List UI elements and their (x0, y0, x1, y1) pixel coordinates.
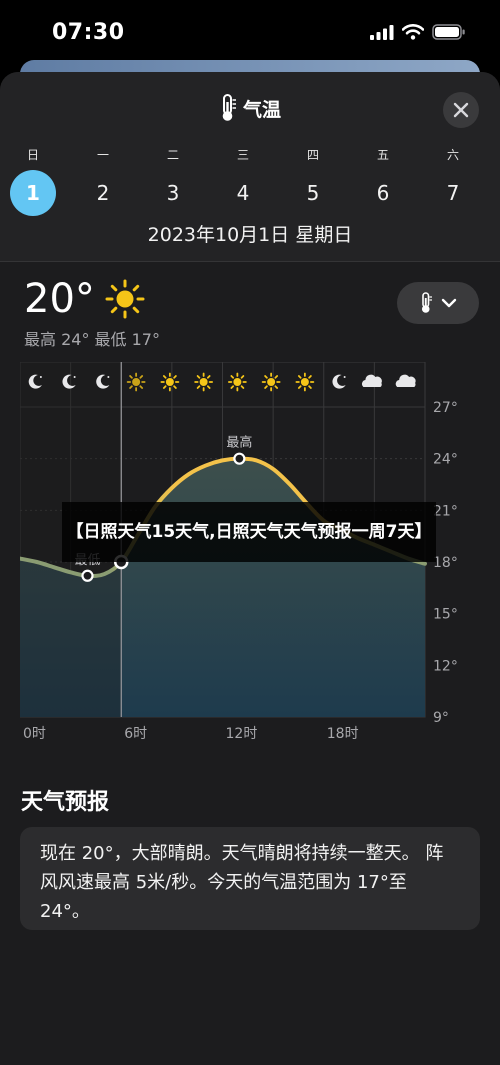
cellular-signal-icon (370, 25, 394, 40)
sun-icon-ray (230, 385, 235, 389)
close-icon (453, 102, 469, 118)
current-temperature: 20° (24, 276, 145, 322)
chevron-down-icon (441, 298, 457, 308)
sun-icon-ray (240, 375, 245, 379)
sun-icon-ray (297, 385, 302, 389)
close-button[interactable] (443, 92, 479, 128)
sun-icon-ray (196, 385, 201, 389)
chart-y-tick-label: 9° (433, 710, 449, 726)
thermometer-icon (222, 94, 236, 121)
chart-y-tick-label: 21° (433, 503, 458, 519)
sun-icon-ray (264, 385, 268, 389)
weekday-label: 日 (26, 148, 39, 162)
sheet-title: 气温 (0, 94, 500, 122)
sun-icon-ray (173, 385, 177, 389)
chart-y-tick-label: 15° (433, 607, 458, 623)
moon-icon-star (73, 376, 76, 378)
moon-icon-star (107, 376, 110, 378)
sun-icon-core (300, 378, 309, 386)
chart-annotation-label: 最高 (226, 435, 252, 451)
overlay-caption-banner: 【日照天气15天气,日照天气天气预报一周7天】 (62, 502, 436, 562)
status-icons (370, 24, 466, 40)
wifi-icon (402, 24, 424, 40)
sheet-title-label: 气温 (242, 98, 281, 121)
sun-icon-ray (240, 385, 245, 389)
sun-icon-ray (162, 375, 167, 379)
date-button[interactable]: 7 (430, 170, 476, 216)
chart-x-tick-label: 18时 (327, 726, 359, 742)
weekday-label: 四 (306, 148, 319, 162)
sun-icon-ray (297, 375, 302, 379)
forecast-section-title: 天气预报 (21, 790, 110, 815)
sun-icon-ray (230, 375, 235, 379)
chart-x-tick-label: 0时 (23, 726, 46, 742)
temperature-range: 最高 24° 最低 17° (24, 330, 160, 349)
chart-x-tick-label: 12时 (226, 726, 258, 742)
chart-mode-selector[interactable] (397, 282, 479, 324)
sun-icon-ray (264, 375, 268, 379)
current-temperature-value: 20° (24, 276, 95, 322)
sun-icon-ray (129, 375, 133, 379)
forecast-card: 现在 20°，大部晴朗。天气晴朗将持续一整天。 阵风风速最高 5米/秒。今天的气… (20, 827, 480, 930)
battery-icon (432, 24, 465, 40)
sun-icon-ray (129, 385, 133, 389)
sun-icon-ray (139, 375, 144, 379)
sun-icon-core (165, 378, 174, 386)
sun-icon-ray (139, 385, 144, 389)
weekday-label: 一 (96, 148, 109, 162)
date-button[interactable]: 6 (360, 170, 406, 216)
weekday-label: 五 (376, 148, 389, 162)
status-bar: 07:30 (0, 0, 500, 66)
sun-icon-ray (308, 375, 312, 379)
chart-y-tick-label: 24° (433, 452, 458, 468)
sun-icon-core (132, 378, 141, 386)
weekday-label: 三 (236, 148, 249, 162)
moon-icon-star (39, 376, 42, 378)
date-button[interactable]: 2 (80, 170, 126, 216)
sun-icon-ray (173, 375, 177, 379)
sun-icon-core (199, 378, 208, 386)
date-button[interactable]: 3 (150, 170, 196, 216)
date-button-selected[interactable]: 1 (10, 170, 56, 216)
sun-icon-ray (274, 375, 279, 379)
sun-icon-ray (196, 375, 201, 379)
date-picker: 1 2 3 4 5 6 7 (10, 170, 476, 216)
chart-x-tick-label: 6时 (124, 726, 147, 742)
sun-icon-ray (274, 385, 279, 389)
chart-annotation-point (81, 569, 94, 582)
sun-icon (105, 279, 145, 319)
chart-y-tick-label: 27° (433, 400, 458, 416)
sun-icon-ray (206, 385, 211, 389)
sun-icon-ray (162, 385, 167, 389)
sun-icon-core (233, 378, 242, 386)
sun-icon-ray (206, 375, 211, 379)
thermometer-icon (421, 292, 432, 313)
overlay-caption-text: 【日照天气15天气,日照天气天气预报一周7天】 (66, 521, 432, 542)
chart-y-tick-label: 12° (433, 658, 458, 674)
chart-annotation-point (233, 452, 246, 465)
weekday-row: 日 一 二 三 四 五 六 (10, 146, 476, 163)
forecast-text: 现在 20°，大部晴朗。天气晴朗将持续一整天。 阵风风速最高 5米/秒。今天的气… (40, 843, 444, 922)
moon-icon-star (343, 376, 346, 378)
weekday-label: 二 (166, 148, 179, 162)
sun-icon-core (267, 378, 276, 386)
date-button[interactable]: 5 (290, 170, 336, 216)
date-button[interactable]: 4 (220, 170, 266, 216)
sun-icon-ray (308, 385, 312, 389)
weekday-label: 六 (446, 148, 459, 162)
full-date-label: 2023年10月1日 星期日 (147, 224, 353, 246)
status-time: 07:30 (52, 20, 125, 45)
chart-y-tick-label: 18° (433, 555, 458, 571)
temperature-sheet: 气温 日 一 二 三 四 五 六 1 2 3 4 5 6 7 2023年10月1… (0, 72, 500, 1065)
sheet-header: 气温 日 一 二 三 四 五 六 1 2 3 4 5 6 7 2023年10月1… (0, 72, 500, 262)
